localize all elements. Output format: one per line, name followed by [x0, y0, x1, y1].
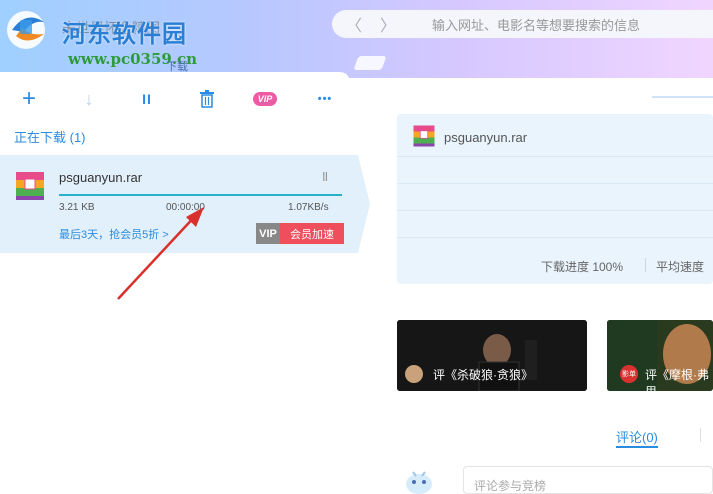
detail-separator [645, 258, 646, 272]
trash-icon [200, 90, 214, 108]
start-button[interactable]: ↓ [74, 82, 104, 116]
more-dots-icon: ••• [317, 93, 333, 105]
vip-tag: VIP [256, 223, 280, 244]
detail-progress-text: 下载进度 100% [541, 260, 624, 274]
site-logo-icon [7, 11, 45, 49]
downloading-section-title[interactable]: 正在下载 (1) [14, 127, 86, 146]
plus-icon: + [21, 85, 36, 112]
rar-file-icon [413, 125, 435, 147]
reviewer-avatar [405, 365, 423, 383]
detail-avg-speed: 平均速度 [656, 260, 705, 274]
movie-review-card[interactable]: 影单 评《摩根·弗里 [607, 320, 713, 391]
browser-tab[interactable] [353, 56, 387, 70]
file-size: 3.21 KB [59, 202, 95, 213]
detail-divider [397, 237, 713, 238]
download-speed: 1.07KB/s [288, 202, 329, 213]
forward-button[interactable]: 〉 [380, 12, 396, 36]
pause-icon: II [322, 169, 328, 184]
watermark-logo-text: 河东软件园 [62, 19, 187, 48]
rar-file-icon [16, 172, 44, 200]
user-avatar-icon [406, 471, 432, 494]
download-tab-panel-edge [0, 72, 350, 82]
detail-divider [397, 156, 713, 157]
tab-indicator [652, 96, 713, 98]
detail-divider [397, 183, 713, 184]
vip-badge: VIP [252, 92, 278, 106]
more-button[interactable]: ••• [310, 82, 340, 116]
comments-tab[interactable]: 评论(0) [616, 427, 658, 446]
file-name: psguanyun.rar [59, 170, 143, 185]
pause-item-button[interactable]: II [322, 169, 328, 184]
annotation-arrow-icon [117, 207, 204, 300]
detail-divider [397, 210, 713, 211]
accelerate-label: 会员加速 [280, 223, 344, 244]
search-input[interactable]: 输入网址、电影名等想要搜索的信息 [412, 10, 713, 38]
card-title: 评《摩根·弗里 [645, 368, 709, 391]
detail-file-name: psguanyun.rar [444, 130, 528, 145]
movie-review-card[interactable]: 评《杀破狼·贪狼》 [397, 320, 587, 391]
comments-tab-underline [616, 446, 658, 448]
vip-button[interactable]: VIP [248, 82, 282, 116]
list-badge-icon: 影单 [620, 365, 638, 383]
tab-separator [700, 428, 701, 442]
download-toolbar: + ↓ II VIP ••• [0, 82, 350, 116]
card-title: 评《杀破狼·贪狼》 [433, 368, 533, 382]
download-arrow-icon: ↓ [84, 88, 94, 109]
add-task-button[interactable]: + [14, 82, 44, 116]
pause-all-button[interactable]: II [132, 82, 162, 116]
accelerate-button[interactable]: VIP 会员加速 [256, 223, 344, 244]
nav-buttons: 〈 〉 [332, 10, 412, 38]
pause-icon: II [142, 91, 152, 107]
delete-button[interactable] [192, 82, 222, 116]
comment-input[interactable]: 评论参与竞榜 [463, 466, 713, 494]
progress-bar [59, 194, 342, 196]
back-button[interactable]: 〈 [346, 12, 362, 36]
